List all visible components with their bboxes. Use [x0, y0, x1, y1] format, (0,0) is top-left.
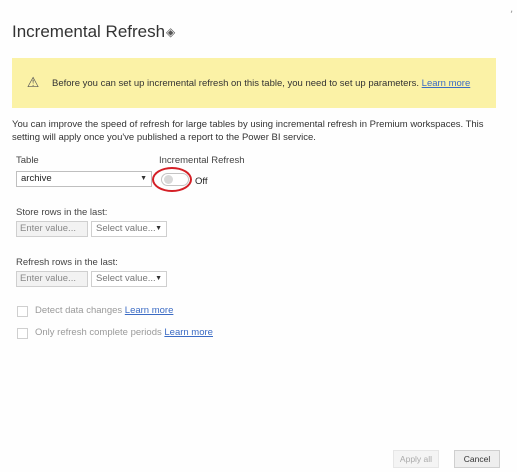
diamond-icon: ◈: [166, 25, 176, 39]
detect-data-changes-label: Detect data changes: [35, 305, 123, 316]
chevron-down-icon: ▼: [140, 175, 147, 182]
detect-changes-learn-more-link[interactable]: Learn more: [125, 305, 174, 316]
incremental-refresh-dialog: , Incremental Refresh ◈ ⚠ Before you can…: [0, 0, 517, 472]
toggle-state-label: Off: [195, 176, 208, 187]
refresh-rows-label: Refresh rows in the last:: [16, 257, 118, 268]
complete-periods-learn-more-link[interactable]: Learn more: [164, 327, 213, 338]
only-refresh-complete-periods-label: Only refresh complete periods: [35, 327, 162, 338]
apply-all-button[interactable]: Apply all: [393, 450, 439, 468]
dialog-title: Incremental Refresh: [12, 22, 166, 41]
chevron-down-icon: ▼: [155, 275, 162, 282]
refresh-rows-input[interactable]: Enter value...: [16, 271, 88, 287]
table-select[interactable]: archive ▼: [16, 171, 152, 187]
warning-banner: ⚠ Before you can set up incremental refr…: [12, 58, 496, 108]
refresh-rows-select-placeholder: Select value...: [96, 273, 156, 284]
corner-mark: ,: [510, 4, 514, 15]
warning-icon: ⚠: [26, 75, 40, 91]
banner-learn-more-link[interactable]: Learn more: [422, 78, 471, 89]
refresh-rows-input-placeholder: Enter value...: [20, 273, 76, 284]
highlight-circle: [152, 167, 192, 192]
refresh-rows-period-select[interactable]: Select value... ▼: [91, 271, 167, 287]
banner-text-wrap: Before you can set up incremental refres…: [52, 78, 470, 89]
cancel-button[interactable]: Cancel: [454, 450, 500, 468]
store-rows-input-placeholder: Enter value...: [20, 223, 76, 234]
only-refresh-complete-periods-checkbox[interactable]: [17, 328, 28, 339]
store-rows-label: Store rows in the last:: [16, 207, 108, 218]
table-select-value: archive: [21, 173, 52, 184]
store-rows-input[interactable]: Enter value...: [16, 221, 88, 237]
description-text: You can improve the speed of refresh for…: [12, 119, 484, 143]
store-rows-period-select[interactable]: Select value... ▼: [91, 221, 167, 237]
only-refresh-complete-periods-option: Only refresh complete periods Learn more: [35, 327, 213, 338]
store-rows-select-placeholder: Select value...: [96, 223, 156, 234]
banner-message: Before you can set up incremental refres…: [52, 77, 420, 89]
table-label: Table: [16, 155, 39, 166]
detect-data-changes-checkbox[interactable]: [17, 306, 28, 317]
incremental-refresh-label: Incremental Refresh: [159, 155, 245, 166]
chevron-down-icon: ▼: [155, 225, 162, 232]
detect-data-changes-option: Detect data changes Learn more: [35, 305, 173, 316]
